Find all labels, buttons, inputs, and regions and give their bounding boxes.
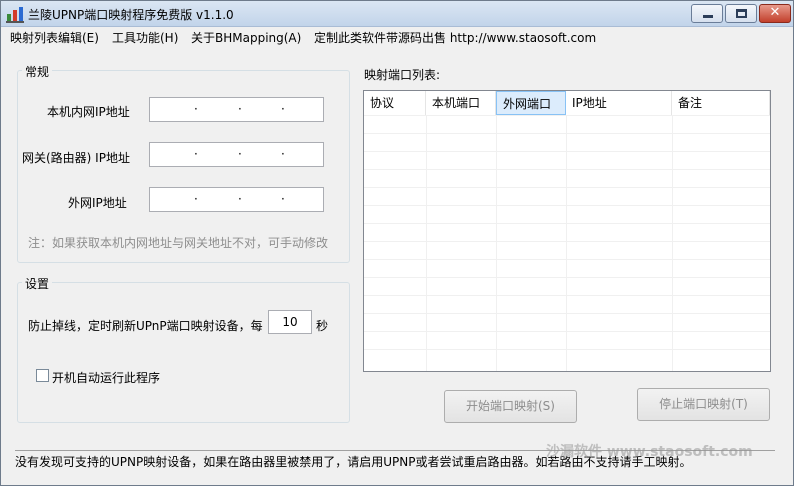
app-window: 兰陵UPNP端口映射程序免费版 v1.1.0 ✕ 映射列表编辑(E) 工具功能(… [0,0,794,486]
list-gridline [426,115,427,371]
general-group-title: 常规 [22,63,53,80]
refresh-interval-label: 防止掉线，定时刷新UPnP端口映射设备，每 [28,319,263,333]
stop-mapping-button[interactable]: 停止端口映射(T) [637,388,770,421]
watermark: 沙漏软件 www.staosoft.com [546,444,753,460]
list-gridline [364,295,770,296]
menu-custom-software-link[interactable]: 定制此类软件带源码出售 http://www.staosoft.com [314,29,596,46]
app-icon [6,7,24,23]
window-title: 兰陵UPNP端口映射程序免费版 v1.1.0 [28,8,234,22]
refresh-interval-input[interactable]: 10 [268,310,312,334]
minimize-button[interactable] [691,4,723,23]
list-gridline [364,313,770,314]
menu-tools[interactable]: 工具功能(H) [112,29,178,46]
autostart-label[interactable]: 开机自动运行此程序 [52,369,160,386]
settings-group [17,282,350,423]
list-gridline [364,331,770,332]
list-gridline [364,115,770,116]
list-gridline [364,259,770,260]
list-gridline [364,187,770,188]
maximize-button[interactable] [725,4,757,23]
external-ip-input[interactable]: · · · [149,187,324,212]
column-protocol[interactable]: 协议 [364,91,426,115]
local-ip-input[interactable]: · · · [149,97,324,122]
menu-about[interactable]: 关于BHMapping(A) [191,29,301,46]
title-bar[interactable]: 兰陵UPNP端口映射程序免费版 v1.1.0 ✕ [1,1,793,27]
gateway-ip-input[interactable]: · · · [149,142,324,167]
refresh-interval-unit: 秒 [316,319,329,333]
column-ip-address[interactable]: IP地址 [566,91,672,115]
local-ip-label: 本机内网IP地址 [47,105,130,119]
autostart-checkbox[interactable] [36,369,49,382]
list-gridline [364,133,770,134]
list-header: 协议 本机端口 外网端口 IP地址 备注 [364,91,770,115]
list-gridline [364,151,770,152]
minimize-icon [692,5,722,22]
column-remark[interactable]: 备注 [672,91,770,115]
menu-bar: 映射列表编辑(E) 工具功能(H) 关于BHMapping(A) 定制此类软件带… [1,27,793,47]
list-gridline [364,277,770,278]
list-gridline [672,115,673,371]
column-external-port[interactable]: 外网端口 [496,91,566,115]
start-mapping-button[interactable]: 开始端口映射(S) [444,390,577,423]
list-gridline [364,241,770,242]
list-gridline [364,205,770,206]
settings-group-title: 设置 [22,275,53,292]
close-icon: ✕ [769,5,781,20]
list-gridline [566,115,567,371]
list-gridline [364,349,770,350]
list-gridline [364,223,770,224]
column-local-port[interactable]: 本机端口 [426,91,496,115]
list-gridline [364,169,770,170]
list-gridline [496,115,497,371]
maximize-icon [726,5,756,22]
external-ip-label: 外网IP地址 [68,196,127,210]
close-button[interactable]: ✕ [759,4,791,23]
gateway-ip-label: 网关(路由器) IP地址 [22,151,130,165]
ip-hint-note: 注：如果获取本机内网地址与网关地址不对，可手动修改 [28,236,329,250]
port-mapping-list[interactable]: 协议 本机端口 外网端口 IP地址 备注 [363,90,771,372]
mapping-list-label: 映射端口列表: [364,68,441,82]
menu-edit-mapping-list[interactable]: 映射列表编辑(E) [10,29,99,46]
